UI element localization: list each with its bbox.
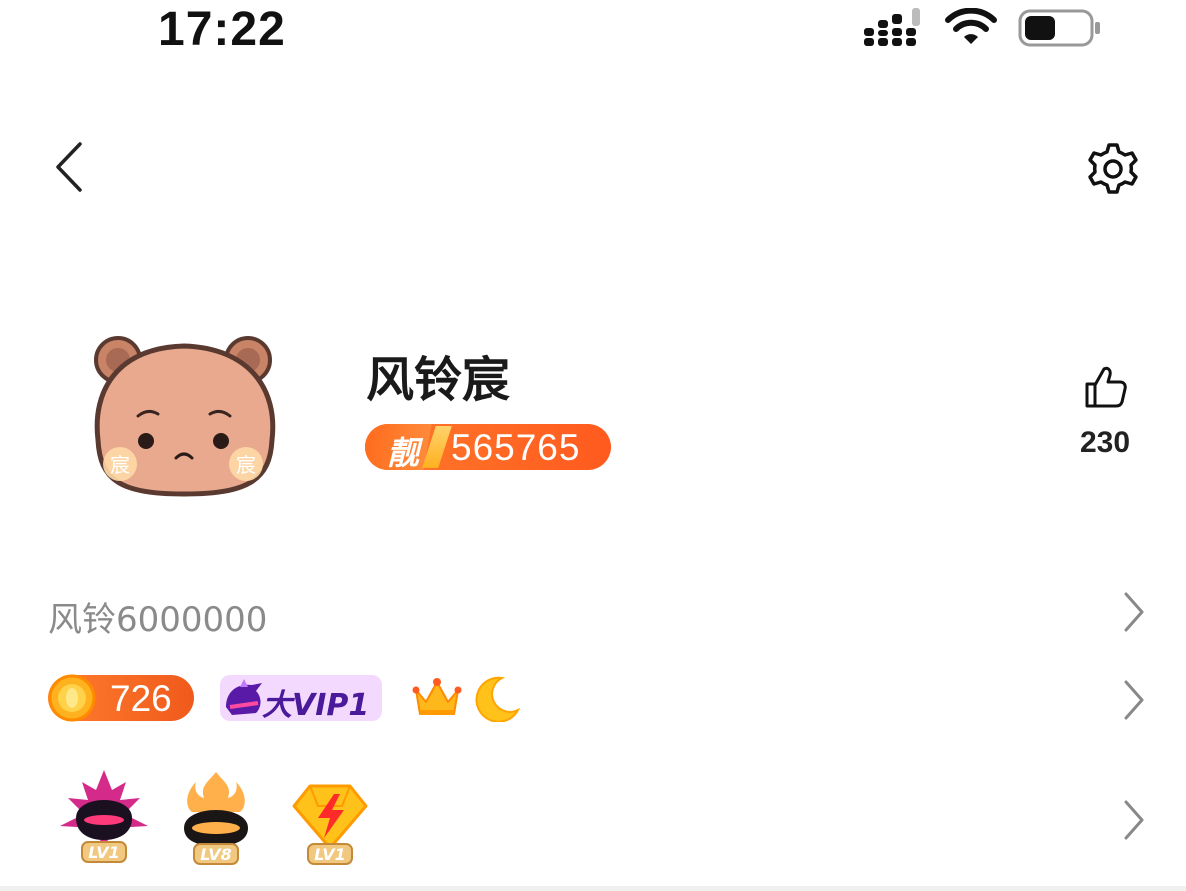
vip-label: 大VIP1 — [262, 688, 370, 723]
vip-badge[interactable]: 大VIP1 — [220, 675, 382, 723]
status-time: 17:22 — [158, 3, 286, 56]
cellular-signal-icon — [864, 8, 920, 46]
level-label: LV1 — [88, 843, 120, 862]
level-label: LV8 — [200, 845, 232, 864]
nickname-row-text[interactable]: 风铃6000000 — [48, 592, 267, 641]
avatar-cheek-left: 宸 — [110, 453, 130, 477]
wifi-icon — [945, 8, 997, 44]
dark-bird-level-icon[interactable]: LV1 — [54, 768, 154, 868]
vip-helmet-icon — [226, 679, 262, 715]
thumbs-up-icon[interactable] — [1082, 364, 1128, 410]
coin-count: 726 — [110, 678, 172, 719]
id-badge-prefix: 靓 — [387, 434, 420, 470]
chevron-right-icon[interactable] — [1122, 678, 1146, 722]
gold-coin-icon — [48, 674, 96, 722]
id-badge-number: 565765 — [451, 427, 581, 468]
lightning-diamond-level-icon[interactable]: LV1 — [280, 772, 380, 872]
username: 风铃宸 — [366, 352, 511, 408]
battery-icon — [1018, 9, 1100, 47]
coin-badge[interactable]: 726 — [48, 674, 194, 722]
avatar[interactable]: 宸 宸 — [88, 330, 280, 506]
likes-count: 230 — [1079, 426, 1131, 459]
id-badge[interactable]: 靓 565765 — [365, 424, 611, 470]
level-label: LV1 — [314, 845, 346, 864]
crown-icon — [412, 678, 462, 715]
back-arrow-icon[interactable] — [48, 140, 92, 194]
moon-icon — [475, 676, 521, 722]
chevron-right-icon[interactable] — [1122, 798, 1146, 842]
divider — [0, 886, 1186, 891]
chevron-right-icon[interactable] — [1122, 590, 1146, 634]
avatar-cheek-right: 宸 — [236, 453, 256, 477]
flame-helmet-level-icon[interactable]: LV8 — [166, 768, 266, 868]
settings-gear-icon[interactable] — [1086, 142, 1140, 196]
